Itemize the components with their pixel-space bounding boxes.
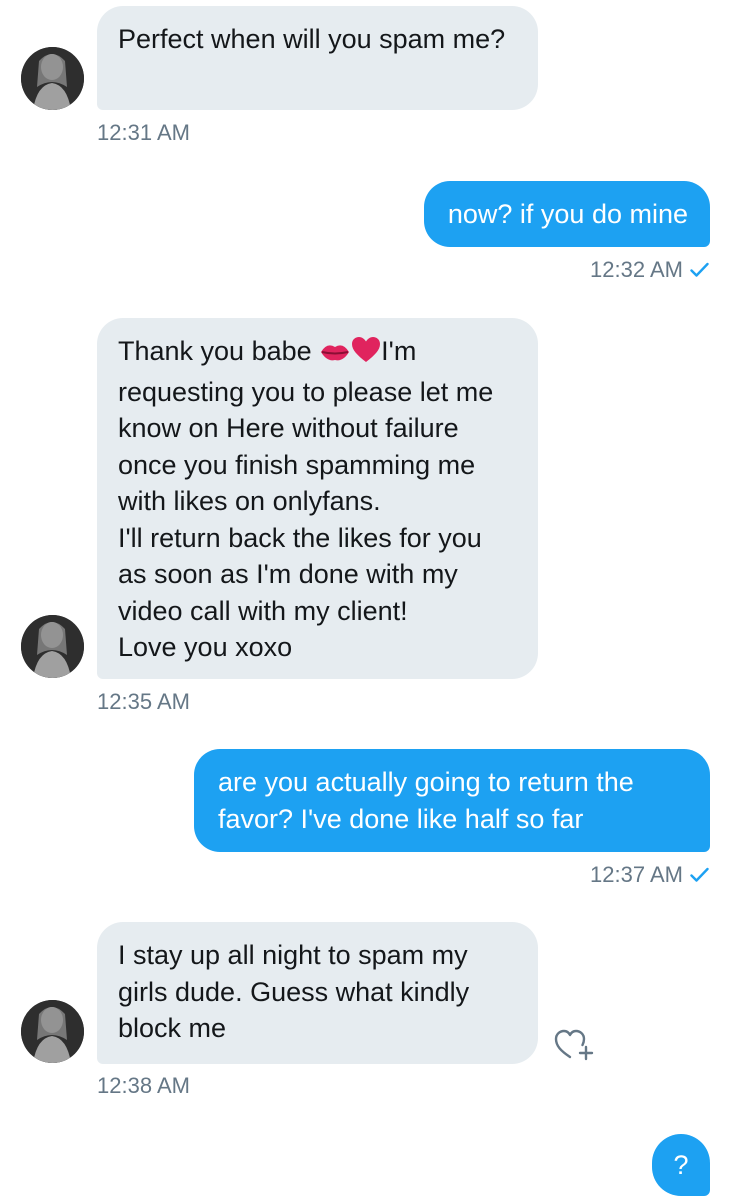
message-bubble-outgoing[interactable]: now? if you do mine [423, 181, 710, 247]
avatar-photo [21, 1000, 84, 1063]
message-timestamp: 12:37 AM [590, 862, 683, 887]
message-bubble-outgoing[interactable]: are you actually going to return the fav… [194, 749, 710, 852]
message-text-prefix: Thank you babe [118, 336, 320, 366]
avatar-photo [21, 47, 84, 110]
avatar-photo [21, 615, 84, 678]
message-text: are you actually going to return the fav… [218, 767, 634, 834]
checkmark-icon [690, 262, 709, 278]
message-bubble-incoming[interactable]: Perfect when will you spam me? [97, 6, 538, 110]
message-timestamp-row: 12:32 AM [590, 257, 709, 283]
message-text: I'm requesting you to please let me know… [118, 336, 494, 662]
avatar[interactable] [21, 1000, 84, 1063]
avatar[interactable] [21, 615, 84, 678]
checkmark-icon [690, 867, 709, 883]
message-bubble-incoming[interactable]: I stay up all night to spam my girls dud… [97, 922, 538, 1064]
message-text: ? [673, 1150, 689, 1180]
kiss-lips-emoji [319, 337, 351, 374]
message-timestamp-row: 12:37 AM [590, 862, 709, 888]
message-timestamp: 12:38 AM [97, 1073, 190, 1098]
message-text: now? if you do mine [447, 199, 688, 229]
message-timestamp: 12:32 AM [590, 257, 683, 282]
message-timestamp: 12:35 AM [97, 689, 190, 714]
message-bubble-incoming[interactable]: Thank you babe I'm requesting you to ple… [97, 318, 538, 679]
message-bubble-outgoing[interactable]: ? [652, 1134, 710, 1196]
heart-plus-icon[interactable] [551, 1024, 597, 1064]
red-heart-emoji [351, 336, 381, 374]
message-text: Perfect when will you spam me? [118, 24, 506, 54]
message-text: I stay up all night to spam my girls dud… [118, 940, 470, 1043]
message-timestamp: 12:31 AM [97, 120, 190, 145]
avatar[interactable] [21, 47, 84, 110]
